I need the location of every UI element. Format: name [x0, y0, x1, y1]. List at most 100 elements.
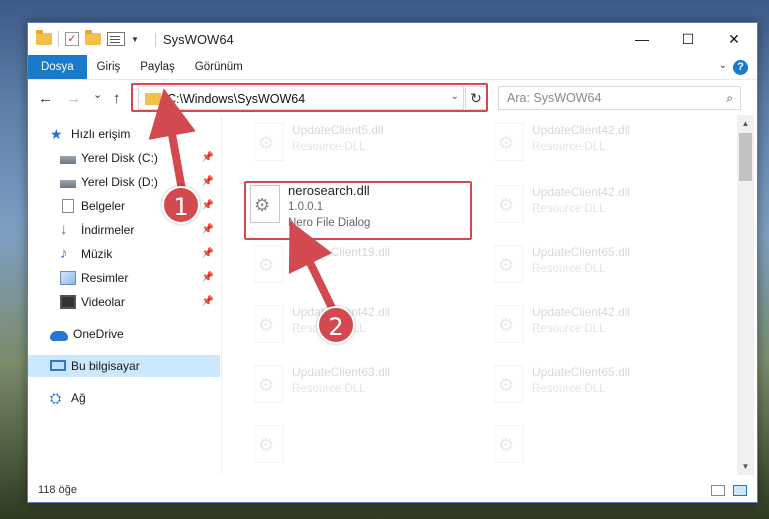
- pin-icon[interactable]: 📌: [202, 224, 214, 235]
- scrollbar-thumb[interactable]: [739, 133, 752, 181]
- quick-access-toolbar: ✓ ▼: [36, 30, 139, 47]
- sidebar-item-quick-access[interactable]: ★ Hızlı erişim: [28, 123, 220, 145]
- file-list: UpdateClient5.dll Resource DLL UpdateCli…: [221, 115, 737, 475]
- pin-icon[interactable]: 📌: [202, 248, 214, 259]
- title-bar: ✓ ▼ SysWOW64 — ☐ ✕: [28, 23, 757, 55]
- file-name: UpdateClient42.dll: [532, 185, 631, 199]
- tab-home[interactable]: Giriş: [87, 55, 131, 79]
- expand-ribbon-icon[interactable]: ⌄: [719, 60, 727, 71]
- network-icon: ⛭: [50, 390, 62, 406]
- dll-file-icon: [494, 425, 524, 463]
- sidebar-item-network[interactable]: ⛭ Ağ: [28, 387, 220, 409]
- properties-icon[interactable]: [107, 32, 125, 46]
- forward-button[interactable]: →: [66, 90, 81, 107]
- search-input[interactable]: [499, 87, 709, 109]
- file-item[interactable]: UpdateClient63.dll Resource DLL: [234, 357, 464, 413]
- sidebar-item-videos[interactable]: Videolar 📌: [28, 291, 220, 313]
- tab-view[interactable]: Görünüm: [185, 55, 253, 79]
- file-highlight-box: [244, 181, 472, 240]
- dll-file-icon: [494, 185, 524, 223]
- file-item[interactable]: [474, 417, 704, 473]
- file-item[interactable]: [234, 417, 464, 473]
- up-button[interactable]: ↑: [113, 90, 121, 107]
- sidebar-item-pictures[interactable]: Resimler 📌: [28, 267, 220, 289]
- address-highlight-box: [131, 83, 488, 112]
- navigation-pane: ★ Hızlı erişim Yerel Disk (C:) 📌 Yerel D…: [28, 115, 220, 475]
- search-box[interactable]: ⌕: [498, 86, 741, 110]
- tab-share[interactable]: Paylaş: [130, 55, 185, 79]
- file-item[interactable]: UpdateClient65.dll Resource DLL: [474, 357, 704, 413]
- pin-icon[interactable]: 📌: [202, 152, 214, 163]
- pin-icon[interactable]: 📌: [202, 176, 214, 187]
- navigation-bar: ← → ⌄ ↑ C:\Windows\SysWOW64 ⌄ ↻ ⌕: [28, 79, 757, 115]
- pin-icon[interactable]: 📌: [202, 200, 214, 211]
- sidebar-item-label: Ağ: [71, 391, 86, 405]
- ribbon-tabs: Dosya Giriş Paylaş Görünüm: [28, 55, 757, 79]
- file-description: Resource DLL: [292, 141, 366, 153]
- file-name: UpdateClient42.dll: [532, 305, 631, 319]
- document-icon: [62, 199, 74, 213]
- dll-file-icon: [254, 245, 284, 283]
- minimize-button[interactable]: —: [619, 23, 665, 55]
- file-item[interactable]: UpdateClient65.dll Resource DLL: [474, 237, 704, 293]
- sidebar-item-label: İndirmeler: [81, 223, 135, 237]
- music-icon: ♪: [60, 245, 68, 262]
- computer-icon: [50, 359, 66, 371]
- maximize-button[interactable]: ☐: [665, 23, 711, 55]
- dll-file-icon: [494, 123, 524, 161]
- search-icon[interactable]: ⌕: [726, 91, 733, 106]
- file-item[interactable]: UpdateClient19.dll: [234, 237, 464, 293]
- dll-file-icon: [254, 365, 284, 403]
- window-title: SysWOW64: [155, 32, 234, 47]
- sidebar-item-label: Bu bilgisayar: [71, 359, 140, 373]
- file-name: UpdateClient63.dll: [292, 365, 391, 379]
- scroll-up-icon[interactable]: ▲: [737, 115, 754, 132]
- back-button[interactable]: ←: [38, 90, 53, 107]
- details-view-icon[interactable]: [711, 485, 725, 496]
- sidebar-item-label: OneDrive: [73, 327, 124, 341]
- sidebar-item-downloads[interactable]: ↓ İndirmeler 📌: [28, 219, 220, 241]
- large-icons-view-icon[interactable]: [733, 485, 747, 496]
- sidebar-item-onedrive[interactable]: OneDrive: [28, 323, 220, 345]
- dll-file-icon: [254, 305, 284, 343]
- sidebar-item-label: Belgeler: [81, 199, 126, 213]
- file-description: Resource DLL: [292, 383, 366, 395]
- sidebar-item-label: Videolar: [81, 295, 125, 309]
- sidebar-item-label: Hızlı erişim: [71, 127, 131, 141]
- close-button[interactable]: ✕: [711, 23, 757, 55]
- callout-badge-2: 2: [317, 306, 355, 344]
- help-icon[interactable]: ?: [733, 60, 748, 75]
- customize-dropdown-icon[interactable]: ▼: [131, 35, 139, 44]
- sidebar-item-label: Resimler: [81, 271, 129, 285]
- properties-check-icon[interactable]: ✓: [65, 32, 79, 46]
- sidebar-item-music[interactable]: ♪ Müzik 📌: [28, 243, 220, 265]
- pin-icon[interactable]: 📌: [202, 296, 214, 307]
- sidebar-item-label: Yerel Disk (D:): [81, 175, 158, 189]
- vertical-scrollbar[interactable]: ▲ ▼: [737, 115, 754, 475]
- folder-icon: [36, 30, 52, 45]
- tab-file[interactable]: Dosya: [28, 55, 87, 79]
- file-item[interactable]: UpdateClient5.dll Resource DLL: [234, 115, 464, 171]
- recent-locations-button[interactable]: ⌄: [93, 88, 102, 101]
- status-bar: 118 öğe: [28, 479, 757, 503]
- drive-icon: [60, 179, 76, 188]
- file-name: UpdateClient42.dll: [532, 123, 631, 137]
- dll-file-icon: [254, 123, 284, 161]
- new-folder-icon[interactable]: [85, 30, 101, 45]
- pin-icon[interactable]: 📌: [202, 272, 214, 283]
- item-count: 118 öğe: [38, 484, 77, 496]
- file-description: Resource DLL: [532, 141, 606, 153]
- sidebar-item-label: Yerel Disk (C:): [81, 151, 158, 165]
- file-name: UpdateClient65.dll: [532, 245, 631, 259]
- file-item[interactable]: UpdateClient42.dll Resource DLL: [474, 177, 704, 233]
- scroll-down-icon[interactable]: ▼: [737, 458, 754, 475]
- sidebar-item-local-disk-c[interactable]: Yerel Disk (C:) 📌: [28, 147, 220, 169]
- sidebar-item-label: Müzik: [81, 247, 113, 261]
- file-item[interactable]: UpdateClient42.dll Resource DLL: [474, 115, 704, 171]
- file-description: Resource DLL: [532, 203, 606, 215]
- file-item[interactable]: UpdateClient42.dll Resource DLL: [474, 297, 704, 353]
- file-name: UpdateClient5.dll: [292, 123, 384, 137]
- dll-file-icon: [494, 245, 524, 283]
- sidebar-item-this-pc[interactable]: Bu bilgisayar: [28, 355, 220, 377]
- download-icon: ↓: [60, 221, 68, 238]
